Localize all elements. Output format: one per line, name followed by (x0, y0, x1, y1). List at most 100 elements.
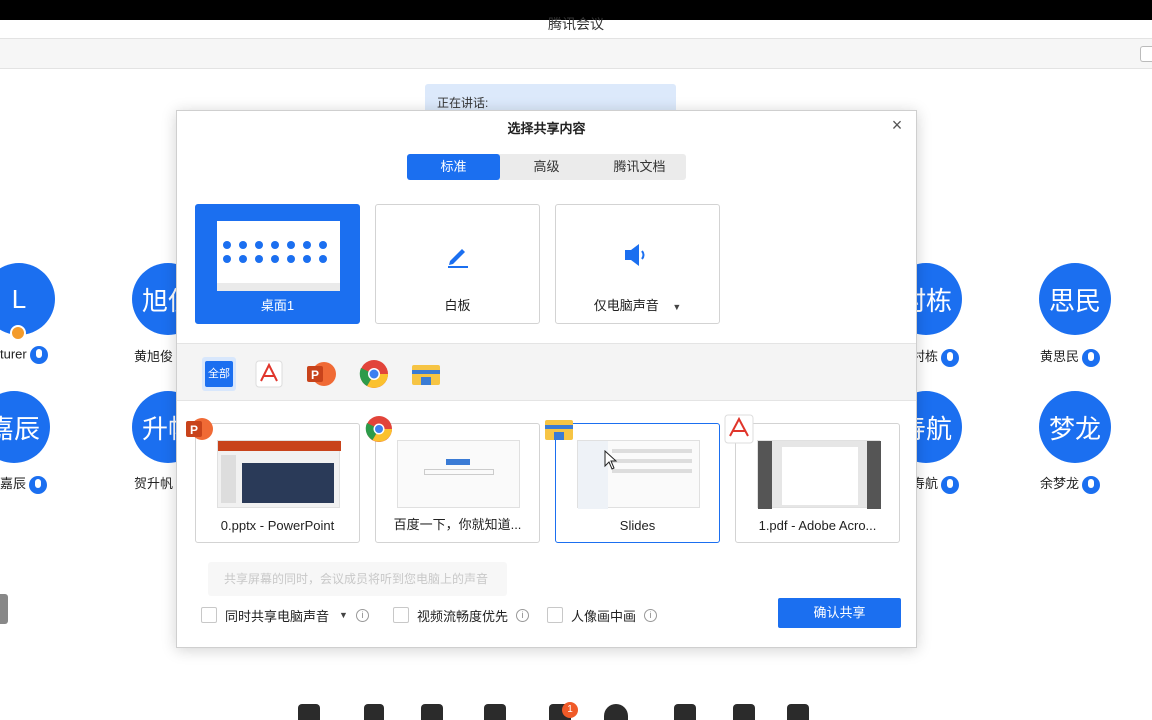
window-card-powerpoint[interactable]: P 0.pptx - PowerPoint (186, 418, 360, 543)
avatar-initials: 梦龙 (1048, 413, 1101, 444)
option-video-smooth[interactable]: 视频流畅度优先 i (393, 605, 530, 625)
option-share-audio[interactable]: 同时共享电脑声音 ▼ i (201, 605, 369, 625)
mic-icon (1082, 475, 1101, 494)
mic-icon (29, 346, 48, 364)
record-icon[interactable] (604, 704, 628, 720)
apps-icon[interactable] (733, 704, 755, 720)
participant-name: 余梦龙 (1040, 473, 1101, 494)
acrobat-filter-icon[interactable] (252, 357, 286, 391)
info-icon[interactable]: i (644, 608, 658, 622)
svg-text:P: P (190, 423, 198, 437)
members-icon[interactable] (484, 704, 506, 720)
cursor-icon (604, 450, 618, 470)
avatar: L (0, 263, 55, 335)
screen-share-icon[interactable] (298, 704, 320, 720)
participant-name: 黄旭俊 (134, 349, 174, 364)
app-filter-row: 全部 P (177, 343, 916, 401)
layout-icon[interactable] (674, 704, 696, 720)
card-label: 桌面1 (260, 298, 295, 313)
info-icon[interactable]: i (355, 608, 369, 622)
participant-name: 嘉辰 (0, 473, 48, 494)
tab-advanced[interactable]: 高级 (500, 154, 593, 180)
avatar: 嘉辰 (0, 391, 50, 463)
info-icon[interactable]: i (516, 608, 530, 622)
chevron-down-icon[interactable]: ▼ (672, 302, 681, 312)
close-icon[interactable]: × (887, 115, 907, 135)
chrome-icon (365, 416, 392, 442)
tab-standard[interactable]: 标准 (407, 154, 500, 180)
host-badge (10, 325, 26, 341)
filter-all-button[interactable]: 全部 (202, 357, 236, 391)
chrome-filter-icon[interactable] (357, 357, 391, 391)
window-label: Slides (619, 518, 656, 533)
side-panel-handle[interactable] (0, 594, 8, 624)
powerpoint-icon: P (186, 418, 213, 440)
window-card-slides[interactable]: Slides (545, 420, 720, 543)
window-title: 腾讯会议 (548, 16, 604, 32)
participant-name: 贺升帆 (134, 476, 174, 491)
mic-icon (1082, 348, 1101, 367)
share-audio-notice: 共享屏幕的同时，会议成员将听到您电脑上的声音 (208, 562, 507, 596)
avatar-initials: 嘉辰 (0, 413, 40, 444)
participant-name: turer (0, 346, 48, 364)
mic-icon (941, 475, 960, 494)
option-label: 人像画中画 (571, 608, 637, 624)
participant-name-text: turer (0, 346, 27, 362)
participant-name: 黄思民 (1040, 346, 1101, 367)
window-card-chrome[interactable]: 百度一下，你就知道... (365, 416, 540, 543)
mic-icon (941, 348, 960, 367)
participant-name-text: 嘉辰 (0, 476, 27, 491)
participant-name: 村栋 (912, 346, 960, 367)
window-thumbnail (217, 440, 341, 508)
speaking-label: 正在讲话: (437, 96, 489, 110)
confirm-share-button[interactable]: 确认共享 (778, 598, 901, 628)
avatar: 思民 (1039, 263, 1111, 335)
security-icon[interactable] (364, 704, 384, 720)
share-tabs: 标准 高级 腾讯文档 (407, 154, 686, 180)
pip-checkbox[interactable] (547, 607, 563, 623)
avatar-initials: 思民 (1048, 285, 1101, 316)
window-thumbnail (577, 440, 700, 509)
window-thumbnail (397, 440, 520, 508)
mic-icon (29, 475, 48, 494)
participant-name-text: 黄思民 (1040, 349, 1080, 364)
chat-unread-badge: 1 (562, 702, 578, 718)
svg-text:P: P (311, 368, 319, 382)
window-label: 1.pdf - Adobe Acro... (758, 518, 877, 533)
chevron-down-icon[interactable]: ▼ (339, 610, 348, 620)
computer-audio-card[interactable]: 仅电脑声音 ▼ (555, 204, 720, 324)
participant-name-text: 余梦龙 (1040, 476, 1080, 491)
file-explorer-icon (545, 420, 573, 440)
video-smooth-checkbox[interactable] (393, 607, 409, 623)
window-label: 百度一下，你就知道... (393, 517, 522, 532)
settings-icon[interactable] (787, 704, 809, 720)
option-label: 同时共享电脑声音 (225, 608, 330, 624)
tab-tencent-docs[interactable]: 腾讯文档 (593, 154, 686, 180)
card-label-text: 仅电脑声音 (593, 298, 659, 313)
acrobat-icon (724, 414, 754, 444)
window-label: 0.pptx - PowerPoint (220, 518, 335, 533)
avatar: 梦龙 (1039, 391, 1111, 463)
window-card-acrobat[interactable]: 1.pdf - Adobe Acro... (724, 414, 900, 543)
desktop-thumbnail (217, 221, 340, 291)
invite-icon[interactable] (421, 704, 443, 720)
avatar-initials: L (11, 283, 27, 314)
option-label: 视频流畅度优先 (417, 608, 509, 624)
pen-icon (448, 249, 468, 268)
powerpoint-filter-icon[interactable]: P (304, 357, 338, 391)
share-content-dialog: 选择共享内容 × 标准 高级 腾讯文档 桌面1 白板 仅电脑声音 ▼ 全部 P … (176, 110, 917, 648)
window-thumbnail (757, 440, 881, 509)
card-label: 仅电脑声音 ▼ (556, 295, 719, 314)
speaker-icon (625, 244, 645, 266)
filter-all-label: 全部 (205, 361, 233, 387)
option-pip[interactable]: 人像画中画 i (547, 605, 658, 625)
whiteboard-card[interactable]: 白板 (375, 204, 540, 324)
share-audio-checkbox[interactable] (201, 607, 217, 623)
participant-name: 寿航 (912, 473, 960, 494)
dialog-title: 选择共享内容 (507, 121, 586, 136)
card-label: 白板 (444, 298, 471, 313)
desktop-card[interactable]: 桌面1 (195, 204, 360, 324)
meeting-toolbar (0, 38, 1152, 69)
toolbar-edge-button[interactable] (1140, 46, 1152, 62)
file-explorer-filter-icon[interactable] (409, 357, 443, 391)
